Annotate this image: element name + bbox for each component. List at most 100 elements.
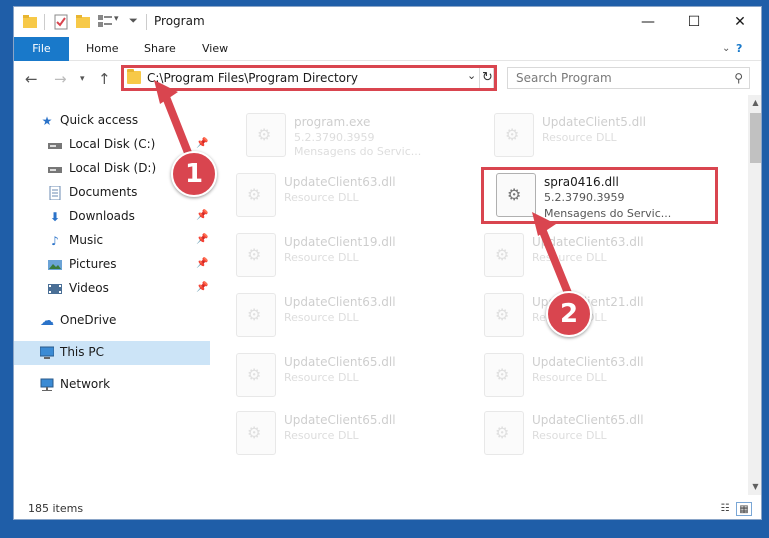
- file-description: Resource DLL: [532, 371, 607, 384]
- file-list: program.exe 5.2.3790.3959 Mensagens do S…: [210, 95, 748, 495]
- network-icon: [40, 378, 54, 392]
- chevron-down-icon[interactable]: ▾: [114, 14, 124, 30]
- tiles-view-icon[interactable]: ▦: [736, 502, 752, 516]
- pin-icon: 📌: [196, 258, 209, 269]
- sidebar-item-this-pc[interactable]: This PC: [14, 341, 210, 365]
- tab-share[interactable]: Share: [134, 37, 186, 61]
- sidebar-item-label: Documents: [69, 185, 138, 199]
- maximize-button[interactable]: ☐: [671, 7, 717, 37]
- sidebar-item-label: Downloads: [69, 209, 135, 223]
- sidebar-item-music[interactable]: ♪ Music 📌: [14, 229, 210, 253]
- dll-file-icon: [236, 293, 276, 337]
- videos-icon: [48, 282, 62, 296]
- file-description: Resource DLL: [532, 429, 607, 442]
- sidebar-item-label: Quick access: [60, 113, 139, 127]
- search-icon[interactable]: ⚲: [734, 71, 743, 85]
- vertical-scrollbar[interactable]: ▲ ▼: [748, 95, 761, 495]
- computer-icon: [39, 346, 55, 360]
- file-name: UpdateClient63.dll: [532, 235, 644, 249]
- window-title: Program: [154, 14, 205, 28]
- dll-file-icon: [484, 293, 524, 337]
- dll-file-icon: [484, 233, 524, 277]
- music-icon: ♪: [51, 234, 59, 248]
- file-description: Resource DLL: [284, 251, 359, 264]
- list-item-spra0416[interactable]: spra0416.dll 5.2.3790.3959 Mensagens do …: [496, 169, 726, 227]
- dll-file-icon: [484, 353, 524, 397]
- list-item[interactable]: program.exe 5.2.3790.3959 Mensagens do S…: [246, 109, 476, 167]
- step-badge-2: 2: [546, 291, 592, 337]
- customize-icon[interactable]: [98, 14, 112, 30]
- file-version: 5.2.3790.3959: [294, 131, 375, 144]
- file-description: Resource DLL: [284, 191, 359, 204]
- file-name: UpdateClient63.dll: [284, 295, 396, 309]
- file-name: UpdateClient63.dll: [532, 355, 644, 369]
- sidebar-item-videos[interactable]: Videos 📌: [14, 277, 210, 301]
- tab-home[interactable]: Home: [76, 37, 128, 61]
- address-row: ← → ▾ ↑ C:\Program Files\Program Directo…: [14, 61, 761, 95]
- scroll-down-icon[interactable]: ▼: [748, 479, 761, 495]
- minimize-button[interactable]: —: [625, 7, 671, 37]
- pin-icon: 📌: [196, 210, 209, 221]
- up-arrow-icon[interactable]: ↑: [98, 70, 111, 88]
- list-item[interactable]: UpdateClient65.dll Resource DLL: [236, 349, 466, 407]
- properties-icon[interactable]: [54, 14, 68, 30]
- details-view-icon[interactable]: ☷: [717, 502, 733, 516]
- refresh-icon[interactable]: ↻: [479, 67, 495, 89]
- tab-file[interactable]: File: [14, 37, 69, 61]
- list-item[interactable]: UpdateClient63.dll Resource DLL: [236, 169, 466, 227]
- search-placeholder: Search Program: [516, 71, 612, 85]
- folder-icon: [127, 69, 141, 84]
- separator: [146, 14, 147, 30]
- sidebar-item-pictures[interactable]: Pictures 📌: [14, 253, 210, 277]
- sidebar-item-downloads[interactable]: ⬇ Downloads 📌: [14, 205, 210, 229]
- address-bar[interactable]: C:\Program Files\Program Directory ⌄ ↻: [122, 66, 494, 90]
- list-item[interactable]: UpdateClient63.dll Resource DLL: [484, 349, 714, 407]
- dll-file-icon: [494, 113, 534, 157]
- chevron-down-icon[interactable]: ⌄: [467, 69, 476, 82]
- step-badge-1: 1: [171, 151, 217, 197]
- list-item[interactable]: UpdateClient63.dll Resource DLL: [484, 229, 714, 287]
- address-path[interactable]: C:\Program Files\Program Directory: [147, 71, 358, 85]
- sidebar-item-label: Videos: [69, 281, 109, 295]
- file-description: Resource DLL: [284, 371, 359, 384]
- quick-access-dropdown-icon[interactable]: ⏷: [129, 14, 139, 30]
- list-item[interactable]: UpdateClient5.dll Resource DLL: [494, 109, 724, 167]
- scroll-thumb[interactable]: [750, 113, 761, 163]
- pictures-icon: [48, 258, 62, 272]
- sidebar-item-local-disk-c[interactable]: Local Disk (C:) 📌: [14, 133, 210, 157]
- file-name: UpdateClient65.dll: [532, 413, 644, 427]
- list-item[interactable]: UpdateClient19.dll Resource DLL: [236, 229, 466, 287]
- sidebar-item-network[interactable]: Network: [14, 373, 210, 397]
- scroll-up-icon[interactable]: ▲: [748, 95, 761, 111]
- list-item[interactable]: UpdateClient21.dll Resource DLL: [484, 289, 714, 347]
- explorer-window: ▾ ⏷ Program — ☐ ✕ File Home Share View ⌄…: [13, 6, 762, 520]
- sidebar-item-onedrive[interactable]: ☁ OneDrive: [14, 309, 210, 333]
- file-description: Resource DLL: [284, 311, 359, 324]
- forward-arrow-icon[interactable]: →: [54, 70, 67, 88]
- list-item[interactable]: UpdateClient65.dll Resource DLL: [484, 407, 714, 465]
- tab-view[interactable]: View: [192, 37, 238, 61]
- file-name: UpdateClient5.dll: [542, 115, 646, 129]
- document-icon: [48, 185, 62, 201]
- sidebar-item-label: Network: [60, 377, 111, 391]
- search-input[interactable]: Search Program ⚲: [507, 67, 750, 89]
- file-name: UpdateClient65.dll: [284, 355, 396, 369]
- cloud-icon: ☁: [40, 313, 54, 329]
- drive-icon: [48, 138, 62, 152]
- help-icon[interactable]: ?: [736, 37, 752, 61]
- list-item[interactable]: UpdateClient63.dll Resource DLL: [236, 289, 466, 347]
- sidebar-item-label: Local Disk (D:): [69, 161, 157, 175]
- dll-file-icon: [236, 411, 276, 455]
- list-item[interactable]: UpdateClient65.dll Resource DLL: [236, 407, 466, 465]
- separator: [44, 14, 45, 30]
- file-name: UpdateClient19.dll: [284, 235, 396, 249]
- file-description: Mensagens do Servic...: [544, 207, 672, 220]
- sidebar-item-label: Music: [69, 233, 104, 247]
- close-button[interactable]: ✕: [717, 7, 761, 37]
- file-version: 5.2.3790.3959: [544, 191, 625, 204]
- back-arrow-icon[interactable]: ←: [25, 70, 38, 88]
- sidebar-item-quick-access[interactable]: ★ Quick access: [14, 109, 210, 133]
- recent-locations-icon[interactable]: ▾: [80, 74, 85, 84]
- dll-file-icon: [484, 411, 524, 455]
- new-folder-icon[interactable]: [76, 14, 90, 30]
